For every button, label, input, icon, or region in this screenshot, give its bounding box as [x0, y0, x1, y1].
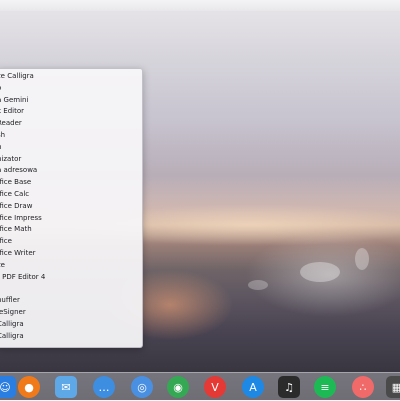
app-list-item[interactable]: Calligra — [0, 331, 142, 343]
menu-bar — [0, 0, 400, 11]
app-list-item[interactable]: h — [0, 142, 142, 154]
app-name: ffice — [0, 237, 12, 246]
app-list-item[interactable]: ffice — [0, 236, 142, 248]
app-name: Calligra — [0, 319, 24, 328]
app-list: ze Calligra oa Gemini k Editor Reader sh hniz… — [0, 69, 142, 342]
app-name: ffice Calc — [0, 189, 30, 198]
spotify-icon[interactable]: ≡ — [314, 376, 336, 398]
app-list-item[interactable]: r PDF Editor 4 — [0, 272, 142, 284]
app-list-item[interactable]: ffice Base — [0, 177, 142, 189]
app-list-item[interactable]: o — [0, 83, 142, 95]
app-list-item[interactable]: ffice Impress — [0, 213, 142, 225]
firefox-icon[interactable]: ● — [18, 376, 40, 398]
app-name: a adresowa — [0, 166, 38, 175]
app-name: ffice Writer — [0, 248, 36, 257]
music-icon[interactable]: ♫ — [278, 376, 300, 398]
app-name: ffice Base — [0, 178, 32, 187]
app-name: Calligra — [0, 331, 24, 340]
finder-icon[interactable]: ☺ — [0, 376, 16, 398]
app-name: huffler — [0, 296, 20, 305]
app-list-item[interactable]: nizator — [0, 154, 142, 166]
app-name: leSigner — [0, 307, 26, 316]
app-name: k Editor — [0, 107, 24, 116]
app-list-item[interactable]: k Editor — [0, 106, 142, 118]
app-list-item[interactable]: ze — [0, 260, 142, 272]
app-name: ze — [0, 260, 5, 269]
asana-icon[interactable]: ∴ — [352, 376, 374, 398]
app-list-item[interactable]: ffice Draw — [0, 201, 142, 213]
app-list-item[interactable] — [0, 283, 142, 295]
dock: ☺ ● ✉ … ◎ ◉ V A ♫ ≡ ∴ ▦ — [0, 372, 400, 401]
water-splash — [355, 248, 369, 270]
messages-icon[interactable]: … — [93, 376, 115, 398]
app-list-item[interactable]: ffice Math — [0, 224, 142, 236]
vivaldi-icon[interactable]: V — [204, 376, 226, 398]
app-list-item[interactable]: Reader — [0, 118, 142, 130]
app-name: a Gemini — [0, 95, 29, 104]
app-name: ffice Impress — [0, 213, 42, 222]
app-name: ffice Draw — [0, 201, 33, 210]
app-name: nizator — [0, 154, 22, 163]
calculator-icon[interactable]: ▦ — [386, 376, 400, 398]
water-splash — [300, 262, 340, 282]
app-list-item[interactable]: a Gemini — [0, 95, 142, 107]
app-name: o — [0, 83, 1, 95]
chrome-icon[interactable]: ◉ — [167, 376, 189, 398]
app-list-item[interactable]: sh — [0, 130, 142, 142]
app-list-item[interactable]: Calligra — [0, 319, 142, 331]
app-list-item[interactable]: ze Calligra — [0, 71, 142, 83]
appstore-icon[interactable]: A — [242, 376, 264, 398]
app-name: h — [0, 142, 1, 154]
safari-icon[interactable]: ◎ — [131, 376, 153, 398]
app-list-item[interactable]: a adresowa — [0, 165, 142, 177]
water-splash — [248, 280, 268, 290]
app-list-item[interactable]: ffice Writer — [0, 248, 142, 260]
app-list-item[interactable]: huffler — [0, 295, 142, 307]
app-name: sh — [0, 130, 6, 139]
app-launcher-menu: ze Calligra oa Gemini k Editor Reader sh hniz… — [0, 68, 143, 348]
mail-icon[interactable]: ✉ — [55, 376, 77, 398]
app-name: ffice Math — [0, 225, 32, 234]
app-name: Reader — [0, 119, 22, 128]
app-list-item[interactable]: ffice Calc — [0, 189, 142, 201]
app-name: ze Calligra — [0, 72, 34, 80]
app-name: r PDF Editor 4 — [0, 272, 46, 281]
app-list-item[interactable]: leSigner — [0, 307, 142, 319]
